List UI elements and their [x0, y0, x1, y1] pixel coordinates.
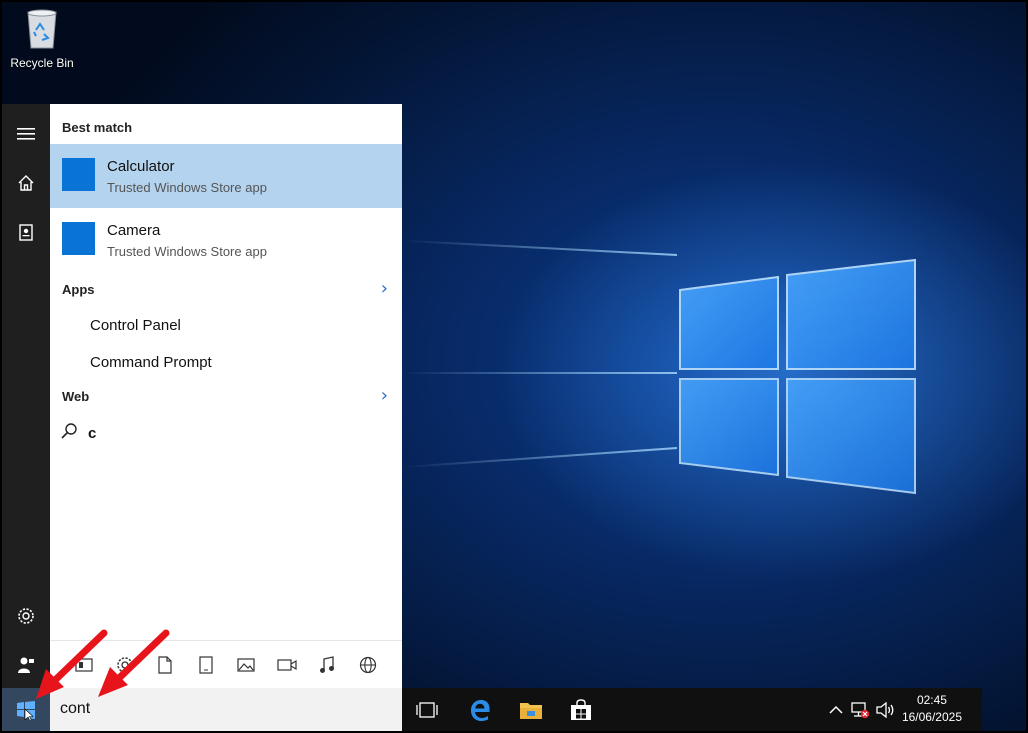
result-subtitle: Trusted Windows Store app	[107, 244, 267, 259]
search-results-panel: Best match Calculator Trusted Windows St…	[50, 104, 402, 688]
volume-icon[interactable]	[874, 688, 896, 731]
search-icon	[60, 422, 78, 444]
clock-time: 02:45	[916, 693, 947, 707]
edge-icon[interactable]	[456, 688, 504, 731]
web-suggestion[interactable]: c	[60, 422, 96, 444]
web-query-text: c	[88, 424, 97, 442]
recycle-bin-icon	[24, 8, 60, 50]
clock[interactable]: 02:45 16/06/2025	[902, 692, 962, 726]
recycle-bin-shortcut[interactable]: Recycle Bin	[6, 8, 78, 70]
annotation-arrows	[36, 629, 170, 699]
show-hidden-icons-chevron-icon[interactable]	[826, 688, 846, 731]
web-filter-icon[interactable]	[355, 652, 381, 678]
recycle-bin-label: Recycle Bin	[10, 56, 74, 70]
result-camera[interactable]: Camera Trusted Windows Store app	[50, 208, 402, 272]
best-match-heading: Best match	[62, 120, 133, 135]
result-calculator[interactable]: Calculator Trusted Windows Store app	[50, 144, 402, 208]
result-subtitle: Trusted Windows Store app	[107, 180, 267, 195]
menu-icon[interactable]	[2, 114, 50, 154]
music-filter-icon[interactable]	[314, 652, 340, 678]
apps-heading[interactable]: Apps	[62, 282, 95, 297]
videos-filter-icon[interactable]	[274, 652, 300, 678]
app-control-panel[interactable]: Control Panel	[90, 317, 181, 334]
apps-chevron-icon[interactable]: ›	[381, 278, 388, 299]
result-name: Calculator	[107, 158, 175, 175]
network-disconnected-icon[interactable]	[848, 688, 872, 731]
tablet-filter-icon[interactable]	[193, 652, 219, 678]
clock-date: 16/06/2025	[901, 710, 962, 724]
camera-icon	[62, 222, 95, 255]
windows-icon	[17, 700, 35, 720]
result-name: Camera	[107, 222, 161, 239]
app-command-prompt[interactable]: Command Prompt	[90, 354, 212, 371]
windows-wallpaper-logo	[679, 258, 916, 495]
file-explorer-icon[interactable]	[507, 688, 555, 731]
home-icon[interactable]	[2, 163, 50, 203]
task-view-icon[interactable]	[403, 688, 451, 731]
start-rail	[2, 104, 50, 688]
calculator-icon	[62, 158, 95, 191]
web-chevron-icon[interactable]: ›	[381, 385, 388, 406]
web-heading[interactable]: Web	[62, 389, 89, 404]
photos-filter-icon[interactable]	[233, 652, 259, 678]
notebook-icon[interactable]	[2, 212, 50, 252]
store-icon[interactable]	[557, 688, 605, 731]
desktop: Recycle Bin Best match Calculator Truste…	[2, 2, 1026, 731]
